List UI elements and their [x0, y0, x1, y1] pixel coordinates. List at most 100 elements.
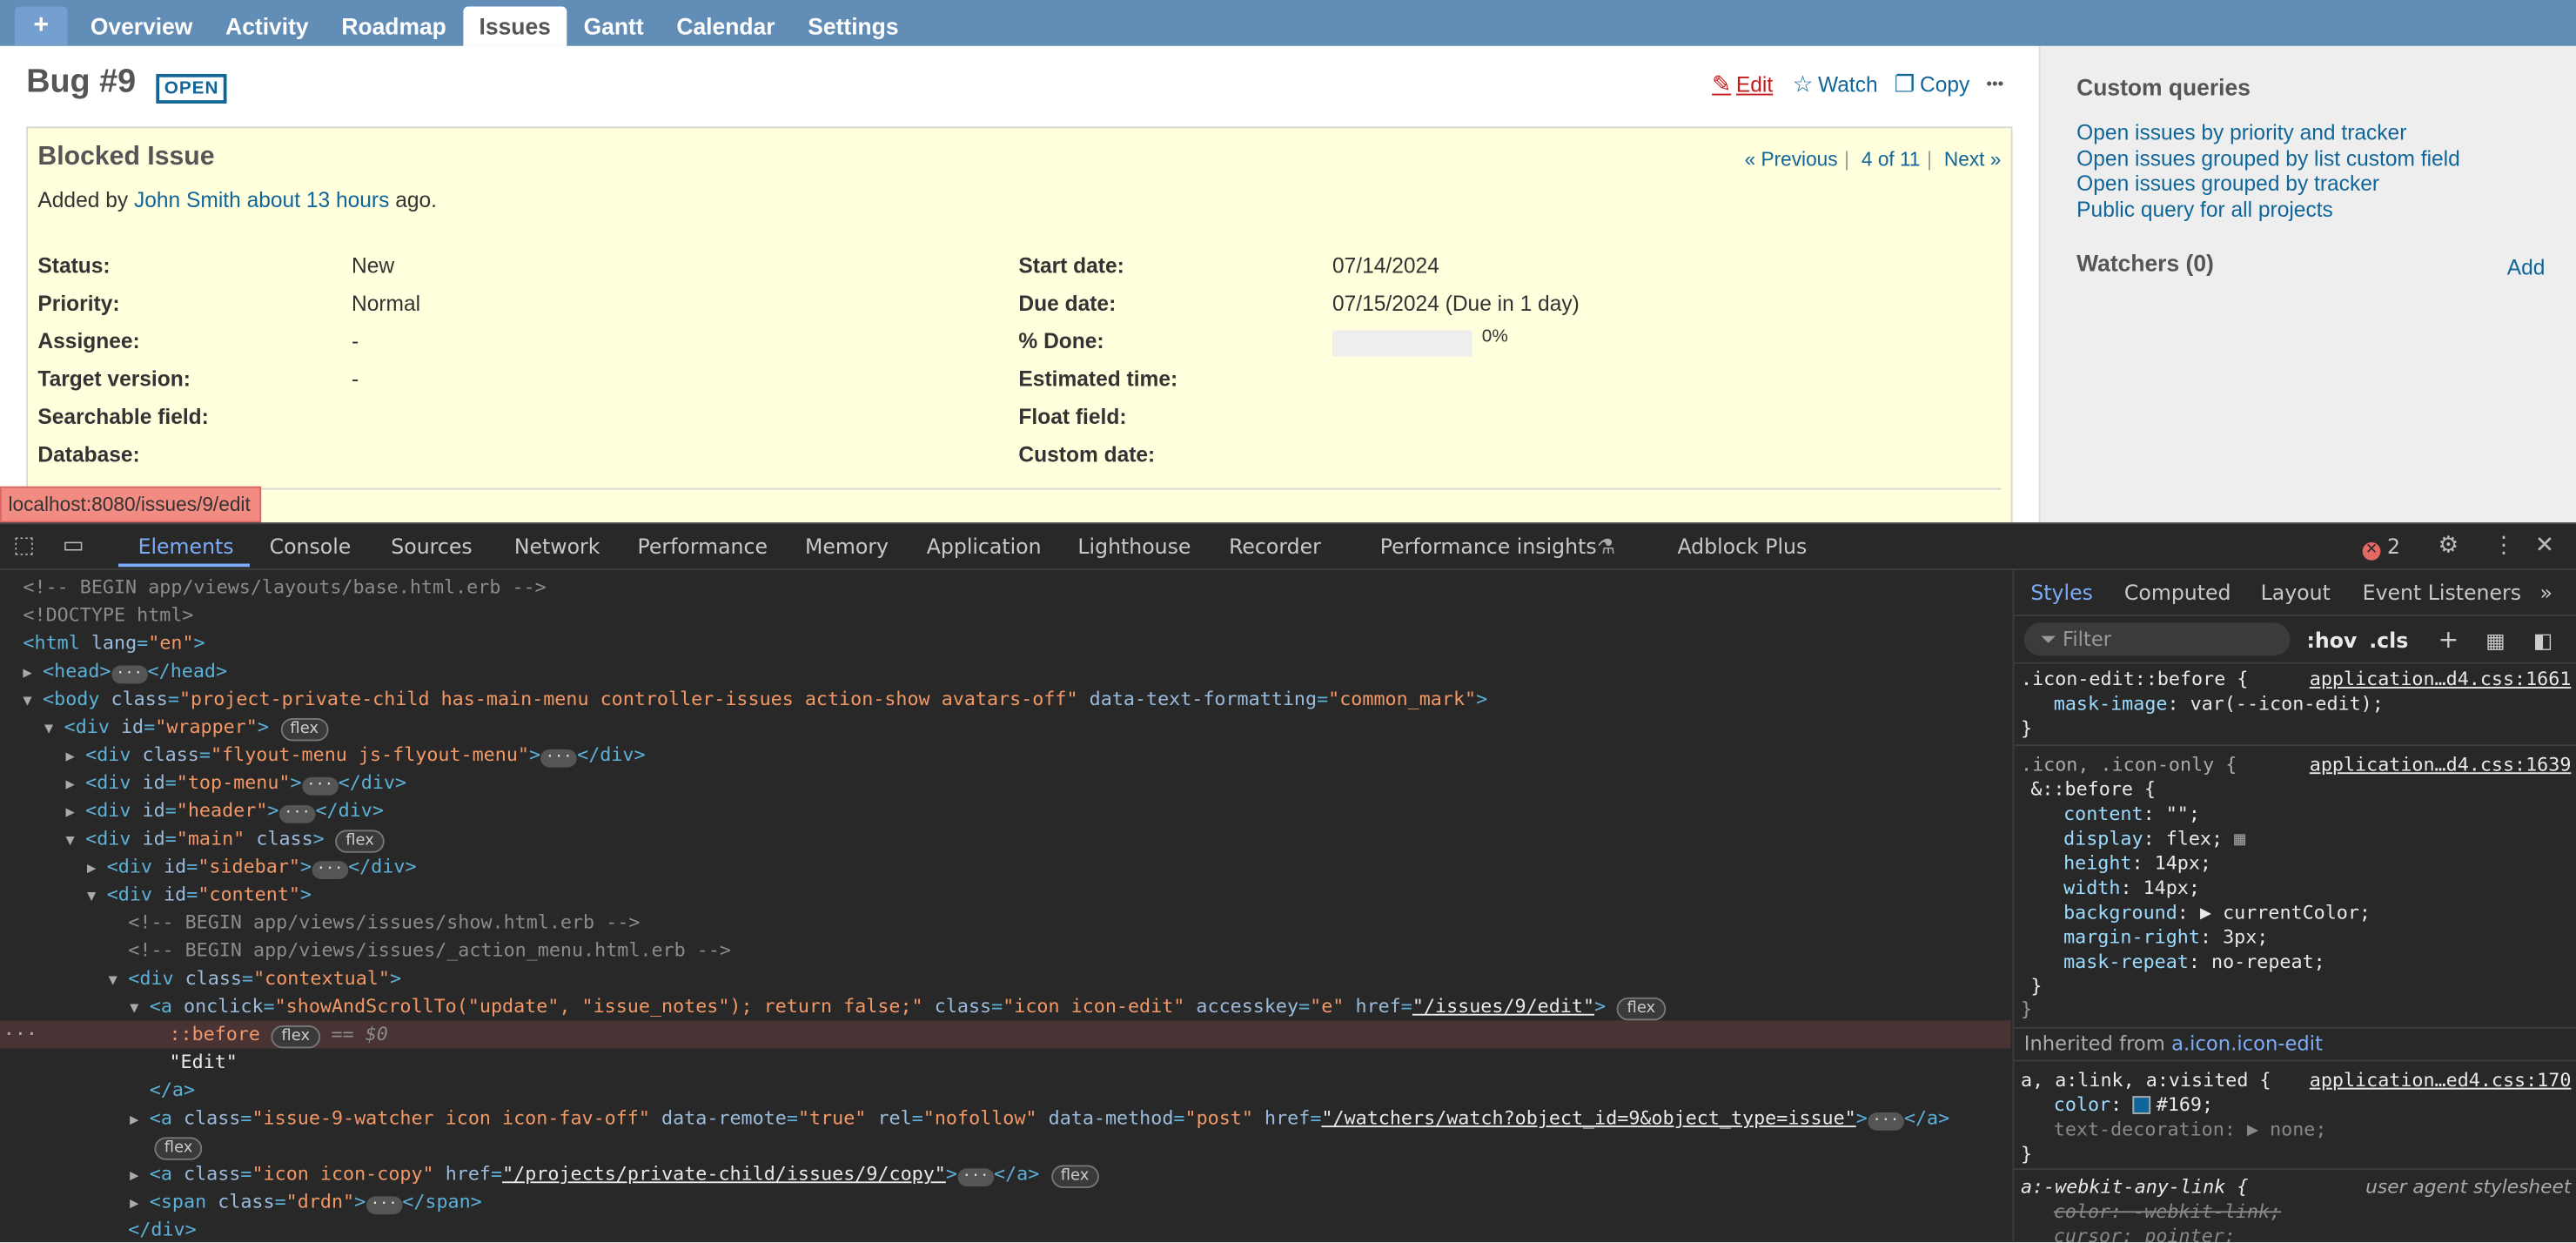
device-toolbar-icon[interactable]: ▭: [63, 533, 84, 559]
query-link[interactable]: Open issues by priority and tracker: [2076, 120, 2406, 144]
expand-triangle-icon[interactable]: ▶: [66, 800, 86, 828]
dom-line[interactable]: <!-- BEGIN app/views/issues/_action_menu…: [0, 937, 2011, 964]
dom-line[interactable]: ▶ <div id="header"> ··· </div>: [0, 797, 2011, 825]
css-declaration[interactable]: text-decoration: ▶ none;: [2054, 1118, 2327, 1142]
tab-styles[interactable]: Styles: [2030, 580, 2093, 604]
css-declaration[interactable]: width: 14px;: [2063, 876, 2200, 900]
collapse-triangle-icon[interactable]: ▼: [44, 716, 64, 744]
collapse-triangle-icon[interactable]: ▼: [130, 996, 150, 1024]
error-counter[interactable]: ✕ 2: [2362, 534, 2400, 561]
dom-line[interactable]: <!DOCTYPE html>: [0, 601, 2011, 629]
tab-performance[interactable]: Performance: [637, 534, 768, 559]
expand-triangle-icon[interactable]: ▶: [130, 1164, 150, 1192]
css-selector[interactable]: a, a:link, a:visited {: [2021, 1068, 2271, 1092]
cls-toggle[interactable]: .cls: [2369, 628, 2408, 652]
expand-triangle-icon[interactable]: ▶: [66, 772, 86, 800]
dom-line[interactable]: ▼ <div id="content">: [0, 881, 2011, 909]
query-link[interactable]: Public query for all projects: [2076, 198, 2333, 222]
dom-line[interactable]: ▼ <div id="wrapper"> flex: [0, 713, 2011, 744]
collapse-triangle-icon[interactable]: ▼: [66, 828, 86, 856]
expand-triangle-icon[interactable]: ▶: [87, 857, 107, 884]
tab-network[interactable]: Network: [514, 534, 600, 559]
next-link[interactable]: Next »: [1944, 148, 2001, 171]
inherited-element[interactable]: a.icon.icon-edit: [2171, 1032, 2323, 1055]
dom-line[interactable]: </a>: [0, 1077, 2011, 1105]
age-link[interactable]: about 13 hours: [247, 187, 390, 212]
css-selector[interactable]: .icon-edit::before {: [2021, 667, 2248, 691]
css-selector[interactable]: a:-webkit-any-link {: [2021, 1175, 2248, 1199]
tab-event-listeners[interactable]: Event Listeners: [2363, 580, 2521, 604]
dom-line[interactable]: ▶ <div id="sidebar"> ··· </div>: [0, 853, 2011, 881]
tab-roadmap[interactable]: Roadmap: [325, 7, 462, 46]
tab-calendar[interactable]: Calendar: [661, 7, 792, 46]
dom-line[interactable]: ▼ <body class="project-private-child has-…: [0, 685, 2011, 713]
dom-line[interactable]: <!-- BEGIN app/views/layouts/base.html.e…: [0, 574, 2011, 601]
tab-computed[interactable]: Computed: [2124, 580, 2231, 604]
dom-line[interactable]: ▶ <div class="flyout-menu js-flyout-menu"…: [0, 741, 2011, 769]
collapse-triangle-icon[interactable]: ▼: [87, 884, 107, 912]
new-rule-icon[interactable]: +: [2438, 624, 2459, 654]
dom-line[interactable]: </div>: [0, 1216, 2011, 1242]
dom-line[interactable]: <html lang="en">: [0, 629, 2011, 657]
tab-adblock-plus[interactable]: Adblock Plus: [1677, 534, 1807, 559]
color-swatch[interactable]: [2133, 1096, 2152, 1114]
css-selector[interactable]: .icon, .icon-only {: [2021, 753, 2237, 777]
tab-activity[interactable]: Activity: [209, 7, 325, 46]
tab-overview[interactable]: Overview: [74, 7, 209, 46]
tab-layout[interactable]: Layout: [2261, 580, 2331, 604]
copy-button[interactable]: ❐ Copy: [1895, 71, 1970, 98]
tab-issues[interactable]: Issues: [462, 6, 567, 46]
toggle-sidebar-icon[interactable]: ◧: [2533, 628, 2553, 652]
dom-line[interactable]: ▼ <a onclick="showAndScrollTo("update", "…: [0, 992, 2011, 1021]
dom-line[interactable]: ▼ <div class="contextual">: [0, 964, 2011, 992]
css-declaration[interactable]: background: ▶ currentColor;: [2063, 901, 2371, 925]
kebab-menu-icon[interactable]: ⋮: [2492, 533, 2515, 559]
expand-triangle-icon[interactable]: ▶: [130, 1192, 150, 1219]
tab-lighthouse[interactable]: Lighthouse: [1077, 534, 1191, 559]
add-watcher-link[interactable]: Add: [2507, 255, 2546, 279]
hov-toggle[interactable]: :hov: [2306, 628, 2357, 652]
css-declaration[interactable]: color: #169;: [2054, 1092, 2213, 1117]
dom-line-selected[interactable]: ···::before flex == $0: [0, 1020, 2011, 1049]
css-declaration[interactable]: content: "";: [2063, 802, 2200, 826]
dom-line[interactable]: <!-- BEGIN app/views/issues/show.html.er…: [0, 909, 2011, 937]
close-icon[interactable]: ✕: [2535, 533, 2554, 559]
tab-memory[interactable]: Memory: [805, 534, 889, 559]
collapse-triangle-icon[interactable]: ▼: [109, 968, 129, 996]
new-object-button[interactable]: +: [14, 6, 68, 46]
more-actions-button[interactable]: •••: [1986, 76, 2003, 94]
paint-brush-icon[interactable]: ▦: [2485, 628, 2505, 652]
css-source-link[interactable]: application…ed4.css:170: [2310, 1068, 2572, 1092]
css-declaration[interactable]: margin-right: 3px;: [2063, 925, 2268, 950]
dom-line[interactable]: "Edit": [0, 1048, 2011, 1076]
watch-button[interactable]: ☆ Watch: [1793, 71, 1878, 98]
css-declaration[interactable]: cursor: pointer;: [2054, 1224, 2236, 1242]
tab-console[interactable]: Console: [270, 534, 352, 559]
tab-sources[interactable]: Sources: [391, 534, 472, 559]
css-declaration[interactable]: mask-repeat: no-repeat;: [2063, 950, 2325, 974]
pager-position[interactable]: 4 of 11: [1862, 148, 1921, 171]
tab-performance-insights[interactable]: Performance insights: [1380, 534, 1597, 559]
expand-triangle-icon[interactable]: ▶: [130, 1107, 150, 1135]
edit-button[interactable]: ✎ Edit: [1712, 71, 1773, 98]
dom-line[interactable]: ▶ <div id="top-menu"> ··· </div>: [0, 769, 2011, 796]
css-declaration[interactable]: mask-image: var(--icon-edit);: [2054, 692, 2384, 716]
query-link[interactable]: Open issues grouped by tracker: [2076, 171, 2379, 195]
dom-line[interactable]: ▶ <a class="icon icon-copy" href="/projec…: [0, 1160, 2011, 1188]
css-declaration[interactable]: color: -webkit-link;: [2054, 1199, 2281, 1224]
css-declaration[interactable]: height: 14px;: [2063, 851, 2211, 876]
tab-application[interactable]: Application: [927, 534, 1042, 559]
css-nested-selector[interactable]: &::before {: [2030, 777, 2156, 802]
inspect-element-icon[interactable]: ⬚: [13, 533, 35, 559]
dom-line[interactable]: ▶ <head> ··· </head>: [0, 657, 2011, 685]
dom-line[interactable]: ▶ <a class="issue-9-watcher icon icon-fav…: [0, 1105, 2011, 1132]
author-link[interactable]: John Smith: [134, 187, 241, 212]
settings-gear-icon[interactable]: ⚙: [2438, 533, 2459, 559]
css-declaration[interactable]: display: flex; ▦: [2063, 827, 2245, 851]
tab-gantt[interactable]: Gantt: [567, 7, 661, 46]
dom-line[interactable]: flex: [0, 1132, 2011, 1160]
expand-triangle-icon[interactable]: ▶: [66, 744, 86, 772]
css-source-link[interactable]: application…d4.css:1661: [2310, 667, 2572, 691]
css-source-link[interactable]: application…d4.css:1639: [2310, 753, 2572, 777]
tab-settings[interactable]: Settings: [791, 7, 915, 46]
